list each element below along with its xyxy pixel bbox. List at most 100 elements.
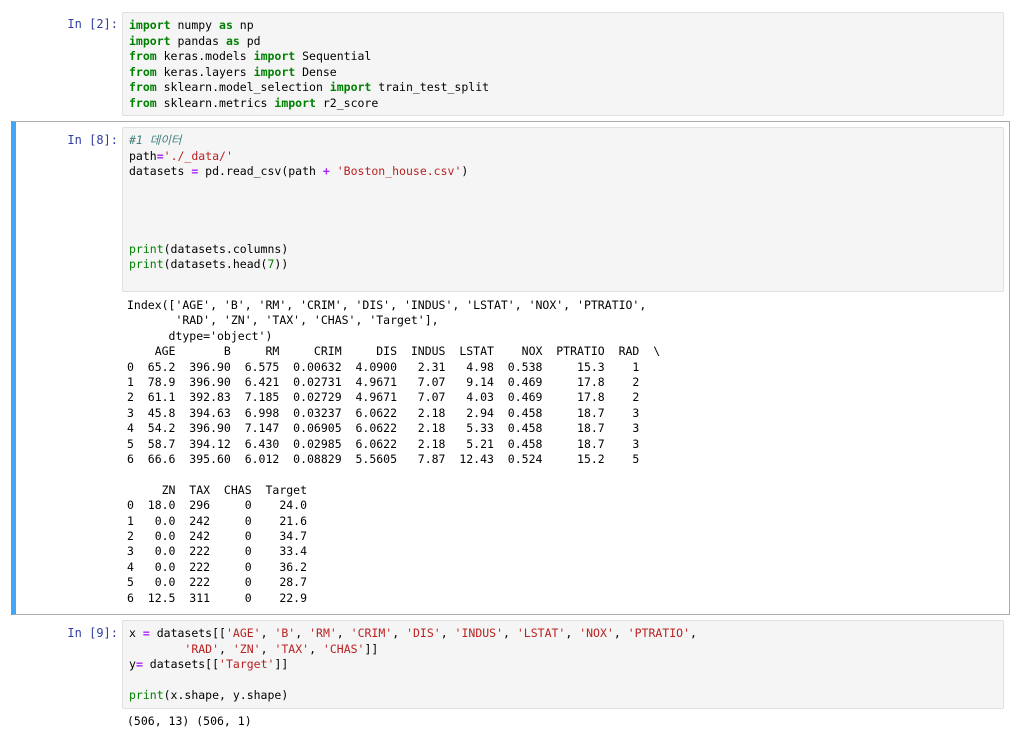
code-token: )): [274, 257, 289, 271]
code-token: ,: [295, 626, 310, 640]
output-line: 5 58.7 394.12 6.430 0.02985 6.0622 2.18 …: [127, 436, 640, 451]
output-line: 0 65.2 396.90 6.575 0.00632 4.0900 2.31 …: [127, 359, 640, 374]
code-token: keras.models: [156, 49, 254, 63]
output-line: Index(['AGE', 'B', 'RM', 'CRIM', 'DIS', …: [127, 298, 647, 312]
output-line: 3 45.8 394.63 6.998 0.03237 6.0622 2.18 …: [127, 405, 640, 420]
code-token: import: [274, 95, 316, 110]
output-line: 6 66.6 395.60 6.012 0.08829 5.5605 7.87 …: [127, 452, 640, 466]
code-token: print: [129, 257, 164, 271]
code-token: 'RAD': [184, 641, 220, 656]
code-token: ,: [336, 626, 351, 640]
output-line: 6 12.5 311 0 22.9: [127, 590, 308, 605]
output-line: 5 0.0 222 0 28.7: [127, 575, 308, 590]
code-token: y: [129, 657, 136, 671]
code-token: 'PTRATIO': [627, 626, 690, 640]
output-line: 1 0.0 242 0 21.6: [127, 513, 308, 528]
code-line: print(x.shape, y.shape): [129, 688, 288, 704]
code-line: import pandas as pd: [129, 34, 261, 50]
code-token: path: [129, 148, 157, 163]
code-line: print(datasets.head(7)): [129, 257, 288, 273]
code-token: sklearn.model_selection: [156, 80, 330, 94]
code-token: 'B': [274, 626, 296, 640]
code-token: pd: [239, 33, 261, 48]
code-token: from: [129, 49, 157, 63]
code-token: train_test_split: [371, 80, 490, 94]
code-token: pd.read_csv(path: [198, 164, 323, 178]
code-line: path='./_data/': [129, 149, 233, 165]
output-line: 2 61.1 392.83 7.185 0.02729 4.9671 7.07 …: [127, 390, 640, 405]
output-line: 2 0.0 242 0 34.7: [127, 529, 308, 543]
code-token: x: [129, 626, 143, 640]
code-token: sklearn.metrics: [156, 95, 275, 110]
code-token: Sequential: [295, 49, 372, 63]
cell-1-code-input[interactable]: import numpy as np import pandas as pd fro…: [122, 12, 1004, 116]
code-token: =: [142, 626, 150, 640]
code-token: import: [253, 49, 296, 63]
code-token: 'CHAS': [322, 641, 365, 656]
code-token: 'ZN': [232, 641, 261, 656]
code-token: ]]: [364, 641, 379, 656]
code-token: ]]: [274, 657, 289, 671]
code-line: from sklearn.metrics import r2_score: [129, 96, 378, 112]
cell-3-code-input[interactable]: x = datasets[['AGE', 'B', 'RM', 'CRIM', …: [122, 620, 1004, 709]
code-token: #1 데이터: [129, 133, 182, 147]
code-token: print: [129, 688, 164, 702]
output-line: 1 78.9 396.90 6.421 0.02731 4.9671 7.07 …: [127, 375, 640, 389]
code-token: import: [129, 18, 171, 32]
output-line: (506, 13) (506, 1): [127, 714, 252, 728]
code-token: import: [129, 33, 171, 48]
code-token: ,: [613, 626, 628, 640]
code-token: =: [156, 148, 164, 163]
code-token: =: [135, 657, 143, 671]
code-token: ,: [219, 641, 233, 656]
output-line: dtype='object'): [127, 328, 273, 343]
code-token: datasets[[: [142, 657, 220, 671]
code-token: numpy: [170, 18, 220, 32]
output-line: 3 0.0 222 0 33.4: [127, 544, 308, 559]
code-token: 'CRIM': [350, 626, 393, 640]
code-token: ,: [260, 641, 275, 656]
code-line: from keras.models import Sequential: [129, 49, 371, 65]
code-token: r2_score: [315, 95, 379, 110]
cell-3-prompt: In [9]:: [67, 626, 118, 640]
code-token: './_data/': [163, 148, 233, 163]
code-line: 'RAD', 'ZN', 'TAX', 'CHAS']]: [129, 642, 378, 658]
cell-3-output: (506, 13) (506, 1): [127, 714, 997, 734]
code-token: print: [129, 241, 164, 256]
cell-2-code-input[interactable]: #1 데이터 path='./_data/' datasets = pd.read_…: [122, 127, 1004, 292]
code-token: 'RM': [309, 626, 337, 640]
output-line: 4 54.2 396.90 7.147 0.06905 6.0622 2.18 …: [127, 421, 640, 436]
code-token: as: [225, 33, 240, 48]
code-token: from: [129, 64, 157, 79]
code-line: x = datasets[['AGE', 'B', 'RM', 'CRIM', …: [129, 626, 697, 642]
code-line: datasets = pd.read_csv(path + 'Boston_ho…: [129, 164, 468, 180]
code-line: print(datasets.columns): [129, 242, 288, 258]
output-line: ZN TAX CHAS Target: [127, 482, 308, 497]
cell-2-prompt: In [8]:: [67, 133, 118, 147]
code-token: +: [322, 164, 330, 178]
code-token: ,: [565, 626, 580, 640]
code-token: as: [219, 18, 233, 32]
code-token: ): [461, 164, 469, 178]
code-token: ,: [440, 626, 455, 640]
code-token: ,: [690, 626, 697, 640]
output-line: 4 0.0 222 0 36.2: [127, 559, 308, 574]
output-line: AGE B RM CRIM DIS INDUS LSTAT NOX PTRATI…: [127, 344, 661, 359]
code-token: keras.layers: [156, 64, 254, 79]
code-token: ,: [392, 626, 407, 640]
cell-2-output: Index(['AGE', 'B', 'RM', 'CRIM', 'DIS', …: [127, 298, 997, 608]
code-line: y= datasets[['Target']]: [129, 657, 288, 673]
code-token: ,: [503, 626, 517, 640]
code-token: 'DIS': [406, 626, 441, 640]
code-line: from keras.layers import Dense: [129, 65, 337, 81]
code-token: 'Target': [219, 657, 275, 671]
code-token: 'Boston_house.csv': [336, 164, 462, 178]
code-token: (datasets.head(: [163, 257, 268, 271]
cell-1-prompt: In [2]:: [67, 17, 118, 31]
code-token: Dense: [295, 64, 337, 79]
code-token: ,: [309, 641, 323, 656]
code-token: 'AGE': [225, 626, 261, 640]
code-token: pandas: [170, 33, 226, 48]
code-token: datasets[[: [149, 626, 226, 640]
